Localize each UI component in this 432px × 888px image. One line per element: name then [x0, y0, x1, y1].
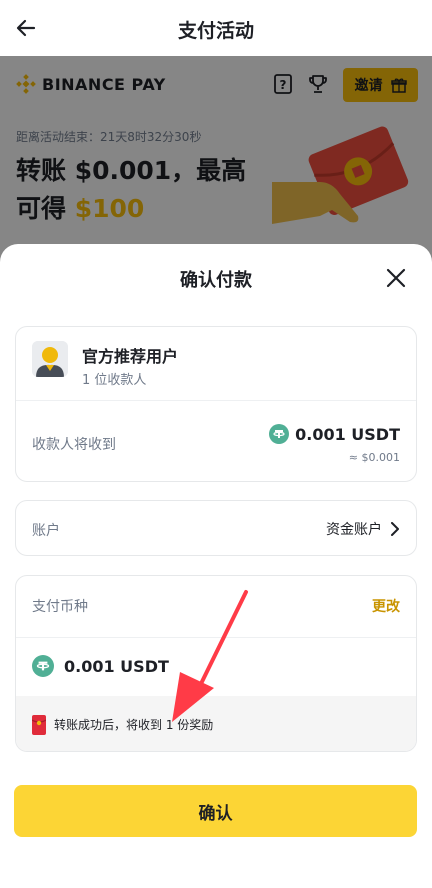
payment-currency-label: 支付币种: [32, 599, 88, 615]
sheet-title: 确认付款: [180, 270, 252, 291]
receive-usd-value: ≈ $0.001: [348, 451, 400, 464]
confirm-label: 确认: [198, 803, 233, 824]
red-envelope-icon: [32, 714, 46, 735]
recipient-card: 官方推荐用户 1 位收款人 收款人将收到 0.001 USDT ≈ $0.001: [15, 326, 417, 482]
recipient-count: 1 位收款人: [82, 373, 147, 388]
account-value-text: 资金账户: [326, 522, 382, 538]
chevron-right-icon: [391, 522, 399, 536]
payment-coin-amount: 0.001 USDT: [64, 656, 169, 676]
page-title: 支付活动: [177, 20, 254, 42]
close-icon[interactable]: [386, 268, 406, 288]
usdt-icon: [269, 424, 290, 444]
receive-label: 收款人将收到: [32, 437, 116, 453]
confirm-button[interactable]: 确认: [14, 785, 417, 837]
change-currency-link[interactable]: 更改: [372, 596, 400, 616]
reward-note-text: 转账成功后，将收到 1 份奖励: [54, 718, 214, 732]
account-row[interactable]: 账户 资金账户: [15, 500, 417, 556]
app-header: 支付活动: [0, 0, 432, 56]
reward-note: 转账成功后，将收到 1 份奖励: [16, 696, 416, 751]
receive-amount-value: 0.001 USDT: [295, 424, 400, 444]
receive-amount: 0.001 USDT: [269, 424, 400, 444]
account-value[interactable]: 资金账户: [326, 519, 400, 539]
recipient-name: 官方推荐用户: [82, 347, 179, 366]
divider: [16, 400, 416, 401]
user-avatar-icon: [32, 341, 68, 377]
payment-currency-card: 支付币种 更改 0.001 USDT 转账成功后，将收到 1 份奖励: [15, 575, 417, 752]
confirm-payment-sheet: 确认付款 官方推荐用户 1 位收款人 收款人将收到 0.001 USDT ≈ $…: [0, 244, 432, 888]
account-label: 账户: [32, 523, 60, 539]
usdt-icon: [32, 655, 54, 677]
avatar: [32, 341, 68, 377]
divider: [16, 637, 416, 638]
payment-coin: 0.001 USDT: [32, 655, 169, 677]
